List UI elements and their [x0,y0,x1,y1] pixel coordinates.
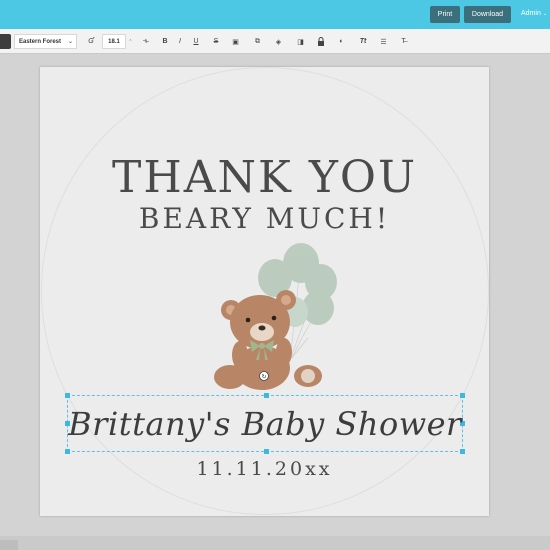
headline-text[interactable]: THANK YOU [40,152,489,204]
font-style-icon[interactable]: Ɠ [86,35,96,48]
resize-handle[interactable] [460,449,465,454]
font-family-value: Eastern Forest [19,38,62,45]
print-button[interactable]: Print [430,6,460,23]
admin-label: Admin [521,10,541,17]
text-transform-icon[interactable]: Tt [357,35,369,48]
scroll-corner [0,540,18,550]
subheadline-text[interactable]: BEARY MUCH! [40,201,489,237]
resize-handle[interactable] [65,393,70,398]
admin-menu[interactable]: Admin ⌄ [521,10,547,17]
chevron-down-icon: ⌄ [542,10,548,17]
date-text[interactable]: 11.11.20xx [40,456,489,482]
resize-handle[interactable] [264,449,269,454]
font-size-stepper-icon[interactable]: ⌃ [127,34,134,49]
top-bar: Print Download Admin ⌄ [0,0,550,29]
underline-icon[interactable]: U [191,35,201,48]
image-icon[interactable]: ▣ [230,35,241,48]
script-name-text[interactable]: Brittany's Baby Shower [67,402,463,446]
clear-format-icon[interactable]: T̶ [398,35,409,48]
line-height-icon[interactable]: ☰ [378,35,389,48]
copy-icon[interactable]: ⧉ [252,35,263,48]
resize-handle[interactable] [460,393,465,398]
teddy-bear-balloons-illustration[interactable]: ↻ [200,240,340,395]
layers-icon[interactable]: ◈ [273,35,284,48]
letter-spacing-icon[interactable]: ⟛ [141,35,151,48]
shadow-icon[interactable]: ◨ [295,35,306,48]
download-button[interactable]: Download [464,6,511,23]
svg-text:↻: ↻ [261,374,266,381]
font-family-select[interactable]: Eastern Forest ⌄ [14,34,77,49]
color-swatch[interactable] [0,34,11,49]
workspace-bottom [0,536,550,550]
resize-handle[interactable] [65,449,70,454]
chevron-down-icon: ⌄ [67,39,73,45]
color-icon[interactable]: ◐ [336,35,347,48]
lock-icon[interactable] [315,35,326,48]
italic-icon[interactable]: I [175,35,185,48]
text-toolbar: Eastern Forest ⌄ Ɠ 18.1 ⌃ ⟛ B I U S ▣ ⧉ … [0,29,550,54]
bold-icon[interactable]: B [160,35,170,48]
font-size-input[interactable]: 18.1 [102,34,126,49]
resize-handle[interactable] [264,393,269,398]
strikethrough-icon[interactable]: S [211,35,221,48]
